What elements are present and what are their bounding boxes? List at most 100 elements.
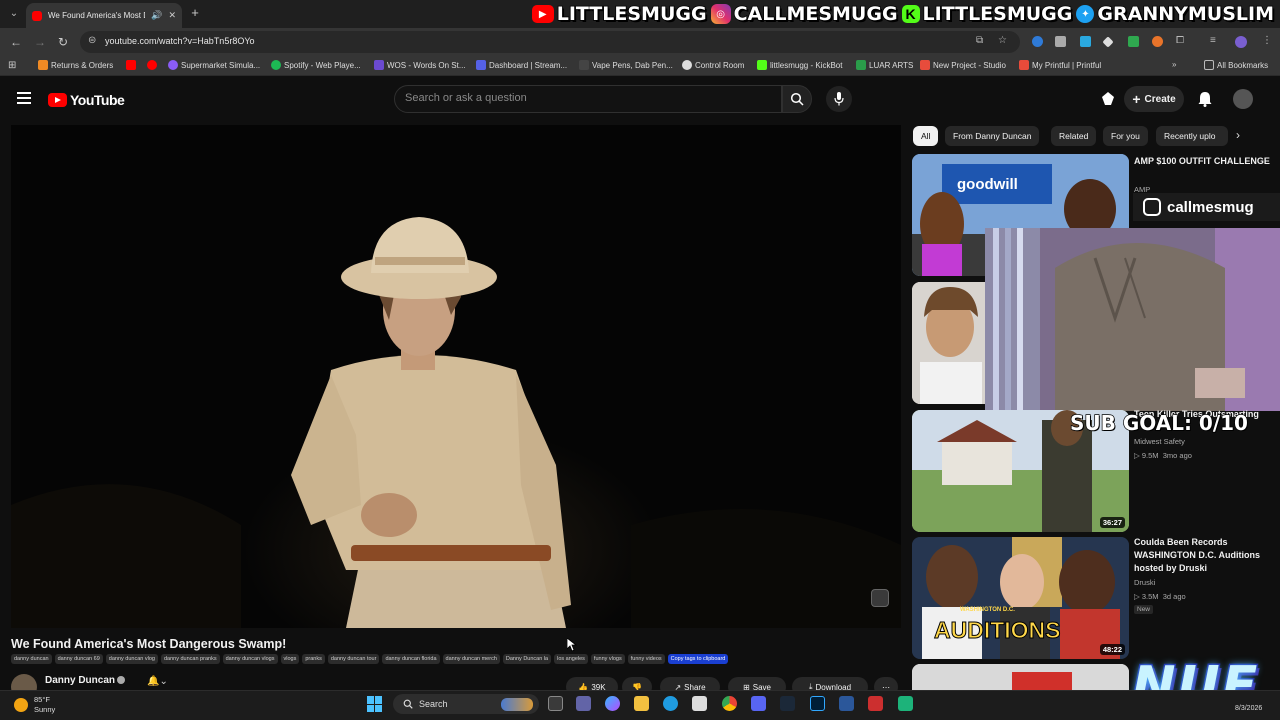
back-icon[interactable]: ← [8, 34, 24, 50]
apps-grid-icon[interactable]: ⊞ [8, 60, 16, 71]
extension-icon[interactable] [1128, 36, 1139, 47]
profile-avatar-icon[interactable] [1235, 36, 1247, 48]
forward-icon[interactable]: → [32, 34, 48, 50]
tag-chip[interactable]: danny duncan merch [442, 654, 500, 664]
bookmark-luar-arts[interactable]: LUAR ARTS [856, 60, 913, 70]
task-view-icon[interactable] [548, 696, 563, 711]
teams-icon[interactable] [576, 696, 591, 711]
tab-search-icon[interactable]: ⌄ [6, 6, 22, 22]
start-button[interactable] [367, 696, 383, 712]
bookmark-dashboard[interactable]: Dashboard | Stream... [476, 60, 567, 70]
edge-icon[interactable] [663, 696, 678, 711]
taskbar-search[interactable]: Search [393, 694, 539, 714]
copy-tags-button[interactable]: Copy tags to clipboard [667, 654, 729, 664]
account-avatar[interactable] [1233, 89, 1253, 109]
extensions-puzzle-icon[interactable]: ⧠ [1176, 35, 1184, 46]
youtube-logo[interactable]: YouTube [48, 92, 125, 108]
microsoft-store-icon[interactable] [692, 696, 707, 711]
search-input[interactable]: Search or ask a question [405, 92, 527, 104]
weather-temperature[interactable]: 85°F [34, 695, 50, 704]
related-thumbnail[interactable]: WASHINGTON D.C. AUDITIONS 48:22 [912, 537, 1129, 659]
app-icon[interactable] [898, 696, 913, 711]
chip-from-channel[interactable]: From Danny Duncan [945, 126, 1040, 146]
tag-chip[interactable]: Danny Duncan la [502, 654, 552, 664]
photoshop-icon[interactable] [810, 696, 825, 711]
webcam-overlay [985, 228, 1280, 411]
bookmark-star-icon[interactable]: ☆ [998, 35, 1007, 46]
close-tab-icon[interactable]: ✕ [168, 10, 176, 21]
related-channel[interactable]: Midwest Safety [1134, 437, 1185, 446]
bookmark-control-room[interactable]: Control Room [682, 60, 744, 70]
bookmark-youtube-2[interactable] [147, 60, 157, 70]
channel-name[interactable]: Danny Duncan [45, 675, 115, 686]
app-icon[interactable] [868, 696, 883, 711]
subscription-bell-icon[interactable]: 🔔⌄ [147, 676, 168, 687]
tag-chip[interactable]: danny duncan tour [327, 654, 380, 664]
bookmark-vape[interactable]: Vape Pens, Dab Pen... [579, 60, 673, 70]
chip-all[interactable]: All [913, 126, 939, 146]
chrome-icon[interactable] [722, 696, 737, 711]
bookmark-wos[interactable]: WOS - Words On St... [374, 60, 466, 70]
tag-chip[interactable]: funny videos [627, 654, 665, 664]
weather-condition[interactable]: Sunny [34, 705, 55, 714]
tag-chip[interactable]: pranks [302, 654, 325, 664]
chip-related[interactable]: Related [1051, 126, 1097, 146]
related-thumbnail[interactable] [912, 664, 1129, 690]
copilot-icon[interactable] [605, 696, 620, 711]
bookmark-returns[interactable]: Returns & Orders [38, 60, 113, 70]
browser-tab[interactable]: We Found America's Most D 🔊 ✕ [26, 3, 182, 28]
studio-settings-icon[interactable] [1099, 90, 1117, 108]
tag-chip[interactable]: danny duncan vlog [105, 654, 158, 664]
file-explorer-icon[interactable] [634, 696, 649, 711]
tag-chip[interactable]: los angeles [554, 654, 588, 664]
create-button[interactable]: + Create [1124, 86, 1184, 112]
extension-icon[interactable] [1080, 36, 1091, 47]
bookmark-printful[interactable]: My Printful | Printful [1019, 60, 1101, 70]
extension-icon[interactable] [1152, 36, 1163, 47]
all-bookmarks[interactable]: All Bookmarks [1204, 60, 1268, 70]
new-tab-icon[interactable]: + [188, 6, 202, 20]
search-button[interactable] [782, 85, 812, 113]
taskbar-date[interactable]: 8/3/2026 [1235, 705, 1262, 712]
related-title[interactable]: AMP $100 OUTFIT CHALLENGE [1134, 155, 1274, 168]
overlay-kick-handle: LITTLESMUGG [922, 2, 1073, 26]
printful-icon [1019, 60, 1029, 70]
tag-chip[interactable]: funny vlogs [590, 654, 625, 664]
reload-icon[interactable]: ↻ [55, 34, 71, 50]
tag-chip[interactable]: vlogs [280, 654, 300, 664]
bookmark-kickbot[interactable]: littlesmugg - KickBot [757, 60, 842, 70]
bookmarks-overflow-icon[interactable]: » [1172, 60, 1176, 69]
chip-recently-uploaded[interactable]: Recently uplo [1156, 126, 1228, 146]
related-title[interactable]: Coulda Been Records WASHINGTON D.C. Audi… [1134, 536, 1274, 575]
thumbnail-text: AUDITIONS [934, 617, 1061, 644]
bookmark-new-project[interactable]: New Project - Studio [920, 60, 1006, 70]
browser-menu-icon[interactable]: ⋮ [1262, 35, 1272, 46]
voice-search-button[interactable] [826, 86, 852, 112]
steam-icon[interactable] [780, 696, 795, 711]
extension-icon[interactable] [1055, 36, 1066, 47]
chevron-right-icon[interactable]: › [1236, 128, 1240, 142]
tag-chip[interactable]: danny duncan vlogs [222, 654, 278, 664]
reading-list-icon[interactable]: ≡ [1210, 35, 1216, 46]
bookmark-supermarket[interactable]: Supermarket Simula... [168, 60, 260, 70]
video-player[interactable] [11, 125, 901, 628]
weather-sun-icon[interactable] [14, 698, 28, 712]
tag-chip[interactable]: danny duncan [11, 654, 52, 664]
url-text[interactable]: youtube.com/watch?v=HabTn5r8OYo [105, 36, 255, 46]
audio-playing-icon[interactable]: 🔊 [151, 10, 162, 21]
site-info-icon[interactable]: ⊜ [88, 35, 96, 46]
notepad-icon[interactable] [839, 696, 854, 711]
notifications-bell-icon[interactable] [1196, 90, 1214, 108]
channel-watermark-icon[interactable] [871, 589, 889, 607]
bookmark-spotify[interactable]: Spotify - Web Playe... [271, 60, 361, 70]
tag-chip[interactable]: danny duncan 69 [54, 654, 103, 664]
related-channel[interactable]: Druski [1134, 578, 1155, 587]
discord-icon[interactable] [751, 696, 766, 711]
tag-chip[interactable]: danny duncan florida [382, 654, 440, 664]
bookmark-youtube[interactable] [126, 60, 136, 70]
chip-for-you[interactable]: For you [1103, 126, 1148, 146]
extension-icon[interactable] [1032, 36, 1043, 47]
open-in-app-icon[interactable]: ⧉ [976, 35, 983, 46]
tag-chip[interactable]: danny duncan pranks [160, 654, 220, 664]
guide-menu-icon[interactable] [17, 92, 31, 104]
